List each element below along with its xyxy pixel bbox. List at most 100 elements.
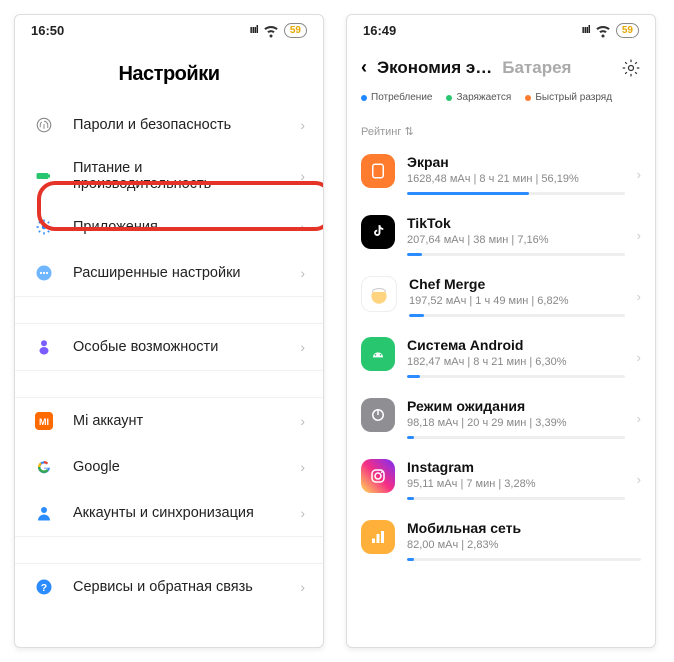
chevron-right-icon: › bbox=[637, 350, 641, 365]
app-name: Мобильная сеть bbox=[407, 520, 641, 536]
row-label: Особые возможности bbox=[73, 339, 282, 355]
android-icon bbox=[361, 337, 395, 371]
chevron-right-icon: › bbox=[637, 289, 641, 304]
settings-gear-button[interactable] bbox=[621, 58, 641, 78]
signal-icon: ıııl bbox=[582, 24, 590, 36]
app-row-mobile[interactable]: Мобильная сеть 82,00 мАч | 2,83% bbox=[347, 510, 655, 571]
dots-icon bbox=[33, 262, 55, 284]
row-accounts[interactable]: Аккаунты и синхронизация › bbox=[15, 490, 323, 536]
app-sub: 182,47 мАч | 8 ч 21 мин | 6,30% bbox=[407, 356, 625, 368]
battery-icon bbox=[33, 165, 55, 187]
status-bar: 16:50 ıııl 59 bbox=[15, 15, 323, 41]
status-icons: ıııl 59 bbox=[582, 21, 639, 39]
usage-bar bbox=[407, 375, 625, 378]
accessibility-icon bbox=[33, 336, 55, 358]
chefmerge-icon bbox=[361, 276, 397, 312]
app-row-screen[interactable]: Экран 1628,48 мАч | 8 ч 21 мин | 56,19% … bbox=[347, 144, 655, 205]
usage-bar bbox=[407, 497, 625, 500]
svg-text:MI: MI bbox=[39, 417, 49, 427]
fingerprint-icon bbox=[33, 114, 55, 136]
app-name: Chef Merge bbox=[409, 276, 625, 292]
app-name: Режим ожидания bbox=[407, 398, 625, 414]
app-row-android[interactable]: Система Android 182,47 мАч | 8 ч 21 мин … bbox=[347, 327, 655, 388]
app-sub: 98,18 мАч | 20 ч 29 мин | 3,39% bbox=[407, 417, 625, 429]
legend: Потребление Заряжается Быстрый разряд bbox=[347, 90, 655, 121]
status-time: 16:50 bbox=[31, 23, 64, 38]
section-divider bbox=[15, 296, 323, 324]
tab-saving[interactable]: Экономия э… bbox=[377, 58, 492, 78]
screen-icon bbox=[361, 154, 395, 188]
instagram-icon bbox=[361, 459, 395, 493]
app-usage-list: Экран 1628,48 мАч | 8 ч 21 мин | 56,19% … bbox=[347, 144, 655, 571]
row-power[interactable]: Питание и производительность › bbox=[15, 148, 323, 204]
legend-fastdrain: Быстрый разряд bbox=[525, 92, 612, 103]
legend-charging: Заряжается bbox=[446, 92, 511, 103]
rating-sort[interactable]: Рейтинг ⇅ bbox=[347, 121, 655, 144]
app-sub: 207,64 мАч | 38 мин | 7,16% bbox=[407, 234, 625, 246]
chevron-right-icon: › bbox=[300, 413, 305, 429]
power-icon bbox=[361, 398, 395, 432]
section-divider bbox=[15, 370, 323, 398]
svg-text:?: ? bbox=[41, 582, 47, 594]
signal-icon: ıııl bbox=[250, 24, 258, 36]
person-icon bbox=[33, 502, 55, 524]
app-row-standby[interactable]: Режим ожидания 98,18 мАч | 20 ч 29 мин |… bbox=[347, 388, 655, 449]
battery-icon: 59 bbox=[284, 23, 307, 38]
row-passwords[interactable]: Пароли и безопасность › bbox=[15, 102, 323, 148]
app-name: TikTok bbox=[407, 215, 625, 231]
app-row-chef[interactable]: Chef Merge 197,52 мАч | 1 ч 49 мин | 6,8… bbox=[347, 266, 655, 327]
chevron-right-icon: › bbox=[300, 579, 305, 595]
row-google[interactable]: Google › bbox=[15, 444, 323, 490]
help-icon: ? bbox=[33, 576, 55, 598]
row-label: Аккаунты и синхронизация bbox=[73, 505, 282, 521]
usage-bar bbox=[407, 558, 641, 561]
section-divider bbox=[15, 536, 323, 564]
row-label: Питание и производительность bbox=[73, 160, 282, 192]
app-sub: 197,52 мАч | 1 ч 49 мин | 6,82% bbox=[409, 295, 625, 307]
mi-icon: MI bbox=[33, 410, 55, 432]
row-label: Пароли и безопасность bbox=[73, 117, 282, 133]
gear-icon bbox=[33, 216, 55, 238]
header: ‹ Экономия э… Батарея bbox=[347, 41, 655, 90]
row-advanced[interactable]: Расширенные настройки › bbox=[15, 250, 323, 296]
app-row-instagram[interactable]: Instagram 95,11 мАч | 7 мин | 3,28% › bbox=[347, 449, 655, 510]
chevron-right-icon: › bbox=[300, 265, 305, 281]
wifi-icon bbox=[262, 21, 280, 39]
usage-bar bbox=[407, 253, 625, 256]
battery-screen: 16:49 ıııl 59 ‹ Экономия э… Батарея Потр… bbox=[346, 14, 656, 648]
chevron-right-icon: › bbox=[637, 228, 641, 243]
chevron-right-icon: › bbox=[637, 472, 641, 487]
wifi-icon bbox=[594, 21, 612, 39]
chevron-right-icon: › bbox=[300, 117, 305, 133]
battery-icon: 59 bbox=[616, 23, 639, 38]
chevron-right-icon: › bbox=[300, 339, 305, 355]
page-title: Настройки bbox=[15, 41, 323, 102]
row-special[interactable]: Особые возможности › bbox=[15, 324, 323, 370]
tab-battery[interactable]: Батарея bbox=[502, 58, 571, 78]
settings-list: Пароли и безопасность › Питание и произв… bbox=[15, 102, 323, 610]
chevron-right-icon: › bbox=[300, 168, 305, 184]
row-apps[interactable]: Приложения › bbox=[15, 204, 323, 250]
chevron-right-icon: › bbox=[637, 411, 641, 426]
row-label: Расширенные настройки bbox=[73, 265, 282, 281]
mobile-net-icon bbox=[361, 520, 395, 554]
app-row-tiktok[interactable]: TikTok 207,64 мАч | 38 мин | 7,16% › bbox=[347, 205, 655, 266]
app-name: Система Android bbox=[407, 337, 625, 353]
row-mi-account[interactable]: MI Mi аккаунт hidden › bbox=[15, 398, 323, 444]
app-name: Экран bbox=[407, 154, 625, 170]
row-label: Сервисы и обратная связь bbox=[73, 579, 282, 595]
usage-bar bbox=[407, 192, 625, 195]
settings-screen: 16:50 ıııl 59 Настройки Пароли и безопас… bbox=[14, 14, 324, 648]
back-button[interactable]: ‹ bbox=[361, 57, 367, 78]
chevron-right-icon: › bbox=[300, 505, 305, 521]
usage-bar bbox=[409, 314, 625, 317]
app-sub: 95,11 мАч | 7 мин | 3,28% bbox=[407, 478, 625, 490]
status-bar: 16:49 ıııl 59 bbox=[347, 15, 655, 41]
chevron-right-icon: › bbox=[300, 219, 305, 235]
row-label: Mi аккаунт bbox=[73, 413, 169, 429]
row-label: Google bbox=[73, 459, 282, 475]
chevron-right-icon: › bbox=[300, 459, 305, 475]
app-sub: 1628,48 мАч | 8 ч 21 мин | 56,19% bbox=[407, 173, 625, 185]
row-label: Приложения bbox=[73, 219, 282, 235]
row-services[interactable]: ? Сервисы и обратная связь › bbox=[15, 564, 323, 610]
